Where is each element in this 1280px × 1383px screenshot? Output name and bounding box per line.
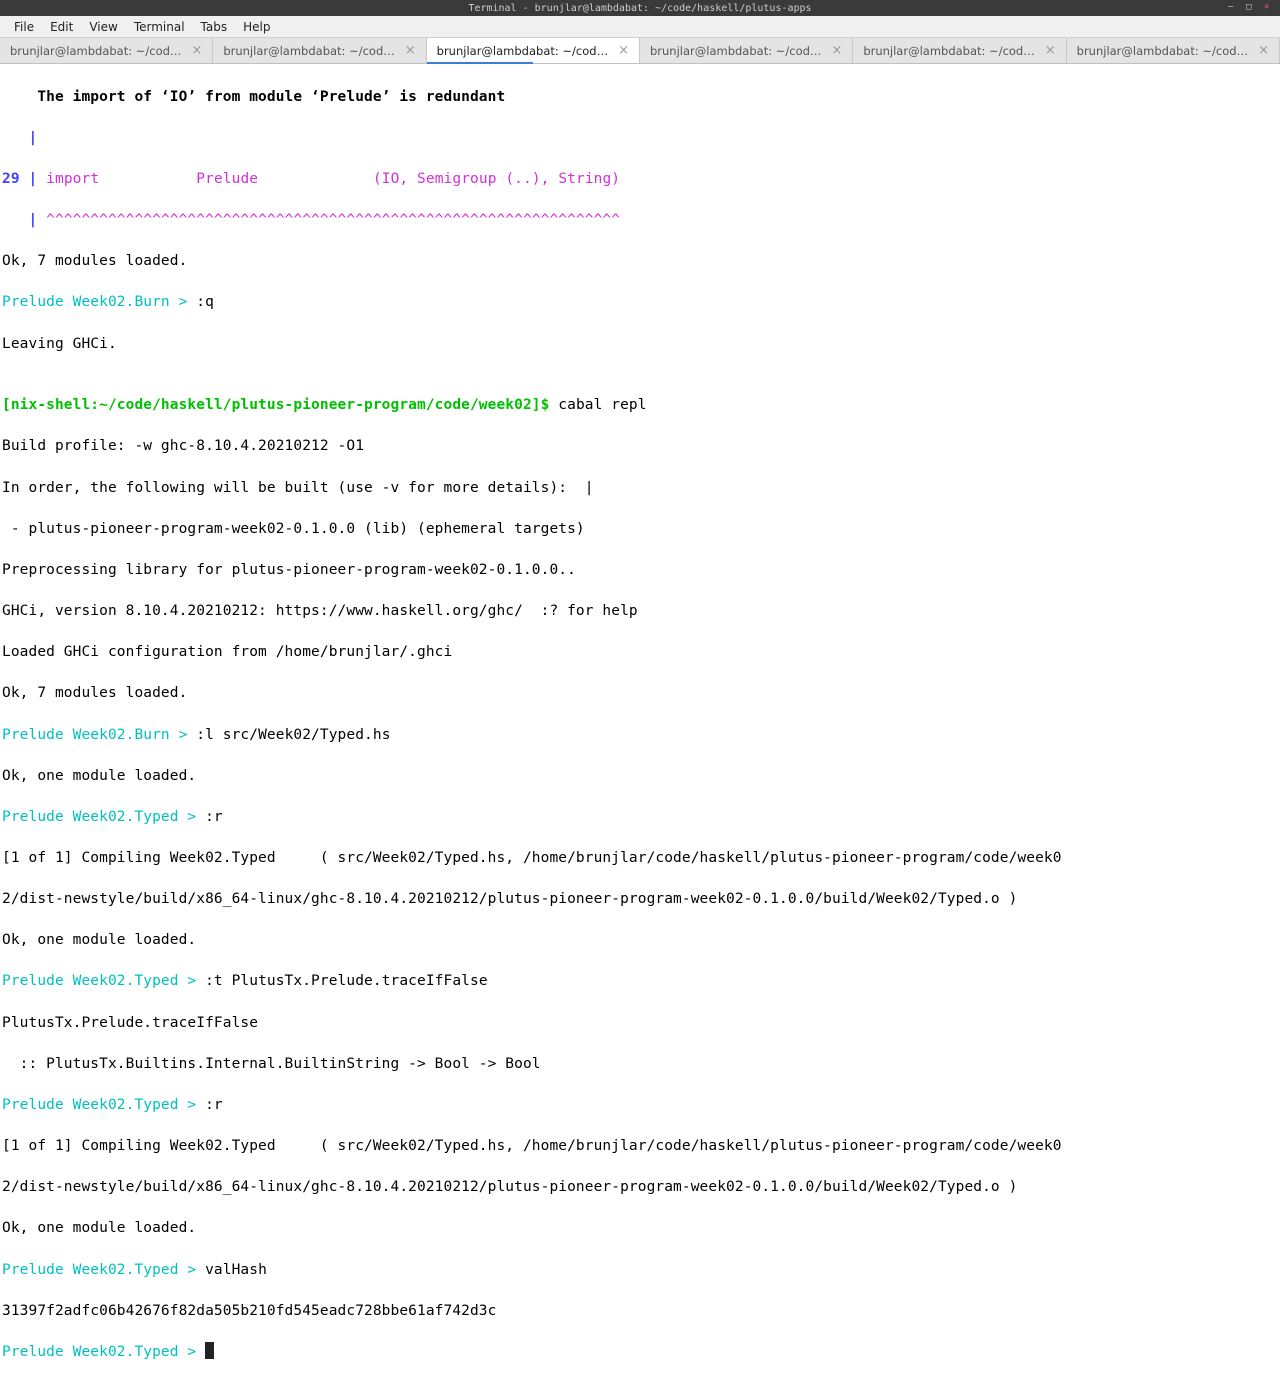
output-line: Prelude Week02.Burn > :q xyxy=(2,292,1280,313)
close-icon[interactable]: × xyxy=(1258,44,1269,57)
menu-tabs[interactable]: Tabs xyxy=(193,18,236,36)
ghci-prompt: Prelude Week02.Typed > xyxy=(2,809,205,825)
ghci-prompt: Prelude Week02.Typed > xyxy=(2,1262,205,1278)
output-line: Preprocessing library for plutus-pioneer… xyxy=(2,560,1280,581)
terminal-output[interactable]: The import of ‘IO’ from module ‘Prelude’… xyxy=(0,64,1280,1383)
tab-label: brunjlar@lambdabat: ~/code/haskell/pl... xyxy=(437,44,612,58)
ghci-prompt: Prelude Week02.Typed > xyxy=(2,1344,205,1360)
output-line: GHCi, version 8.10.4.20210212: https://w… xyxy=(2,601,1280,622)
window-title: Terminal - brunjlar@lambdabat: ~/code/ha… xyxy=(468,3,811,14)
close-icon[interactable]: × xyxy=(1045,44,1056,57)
cursor-block xyxy=(205,1342,214,1359)
menu-file[interactable]: File xyxy=(6,18,42,36)
close-icon[interactable]: ✕ xyxy=(1264,2,1276,14)
tab-2[interactable]: brunjlar@lambdabat: ~/code/haskell/pl...… xyxy=(427,38,640,63)
tab-4[interactable]: brunjlar@lambdabat: ~/code/haskell/pl...… xyxy=(853,38,1066,63)
tab-0[interactable]: brunjlar@lambdabat: ~/code/haskell/pl...… xyxy=(0,38,213,63)
output-line: The import of ‘IO’ from module ‘Prelude’… xyxy=(2,87,1280,108)
output-line: 2/dist-newstyle/build/x86_64-linux/ghc-8… xyxy=(2,1177,1280,1198)
output-line: Ok, one module loaded. xyxy=(2,1218,1280,1239)
output-line: Ok, one module loaded. xyxy=(2,766,1280,787)
ghci-prompt: Prelude Week02.Burn > xyxy=(2,294,196,310)
menu-help[interactable]: Help xyxy=(235,18,278,36)
output-line: Loaded GHCi configuration from /home/bru… xyxy=(2,642,1280,663)
output-line: Prelude Week02.Typed > :t PlutusTx.Prelu… xyxy=(2,971,1280,992)
output-line: Prelude Week02.Typed > :r xyxy=(2,807,1280,828)
ghci-prompt: Prelude Week02.Typed > xyxy=(2,1097,205,1113)
output-line: [nix-shell:~/code/haskell/plutus-pioneer… xyxy=(2,395,1280,416)
output-line: Prelude Week02.Typed > valHash xyxy=(2,1260,1280,1281)
minimize-icon[interactable]: – xyxy=(1228,2,1240,14)
text-cursor-mark: | xyxy=(567,480,594,496)
tab-label: brunjlar@lambdabat: ~/code/haskell/pl... xyxy=(1077,44,1252,58)
menubar: File Edit View Terminal Tabs Help xyxy=(0,16,1280,38)
output-line: 29 | import Prelude (IO, Semigroup (..),… xyxy=(2,169,1280,190)
tab-1[interactable]: brunjlar@lambdabat: ~/code/haskell/pl...… xyxy=(213,38,426,63)
close-icon[interactable]: × xyxy=(191,44,202,57)
menu-terminal[interactable]: Terminal xyxy=(126,18,193,36)
menu-view[interactable]: View xyxy=(81,18,125,36)
close-icon[interactable]: × xyxy=(618,44,629,57)
output-line: 31397f2adfc06b42676f82da505b210fd545eadc… xyxy=(2,1301,1280,1322)
output-line: Prelude Week02.Burn > :l src/Week02/Type… xyxy=(2,725,1280,746)
output-line: - plutus-pioneer-program-week02-0.1.0.0 … xyxy=(2,519,1280,540)
tab-label: brunjlar@lambdabat: ~/code/haskell/pl... xyxy=(223,44,398,58)
ghci-prompt: Prelude Week02.Typed > xyxy=(2,973,205,989)
output-line: Build profile: -w ghc-8.10.4.20210212 -O… xyxy=(2,436,1280,457)
output-line: Leaving GHCi. xyxy=(2,334,1280,355)
output-line: :: PlutusTx.Builtins.Internal.BuiltinStr… xyxy=(2,1054,1280,1075)
tab-3[interactable]: brunjlar@lambdabat: ~/code/haskell/pl...… xyxy=(640,38,853,63)
output-line: Ok, 7 modules loaded. xyxy=(2,683,1280,704)
tab-5[interactable]: brunjlar@lambdabat: ~/code/haskell/pl...… xyxy=(1067,38,1280,63)
output-line: 2/dist-newstyle/build/x86_64-linux/ghc-8… xyxy=(2,889,1280,910)
output-line: Ok, one module loaded. xyxy=(2,930,1280,951)
window-titlebar: Terminal - brunjlar@lambdabat: ~/code/ha… xyxy=(0,0,1280,16)
tab-label: brunjlar@lambdabat: ~/code/haskell/pl... xyxy=(650,44,825,58)
output-line: Prelude Week02.Typed > xyxy=(2,1342,1280,1363)
menu-edit[interactable]: Edit xyxy=(42,18,81,36)
maximize-icon[interactable]: □ xyxy=(1246,2,1258,14)
output-line: | xyxy=(2,128,1280,149)
output-line: In order, the following will be built (u… xyxy=(2,478,1280,499)
ghci-prompt: Prelude Week02.Burn > xyxy=(2,727,196,743)
output-line: [1 of 1] Compiling Week02.Typed ( src/We… xyxy=(2,848,1280,869)
shell-prompt: [nix-shell:~/code/haskell/plutus-pioneer… xyxy=(2,397,549,413)
output-line: Prelude Week02.Typed > :r xyxy=(2,1095,1280,1116)
tab-label: brunjlar@lambdabat: ~/code/haskell/pl... xyxy=(863,44,1038,58)
tabbar: brunjlar@lambdabat: ~/code/haskell/pl...… xyxy=(0,38,1280,64)
tab-label: brunjlar@lambdabat: ~/code/haskell/pl... xyxy=(10,44,185,58)
output-line: [1 of 1] Compiling Week02.Typed ( src/We… xyxy=(2,1136,1280,1157)
output-line: PlutusTx.Prelude.traceIfFalse xyxy=(2,1013,1280,1034)
window-controls: – □ ✕ xyxy=(1228,2,1276,14)
output-line: Ok, 7 modules loaded. xyxy=(2,251,1280,272)
output-line: | ^^^^^^^^^^^^^^^^^^^^^^^^^^^^^^^^^^^^^^… xyxy=(2,210,1280,231)
close-icon[interactable]: × xyxy=(405,44,416,57)
close-icon[interactable]: × xyxy=(831,44,842,57)
